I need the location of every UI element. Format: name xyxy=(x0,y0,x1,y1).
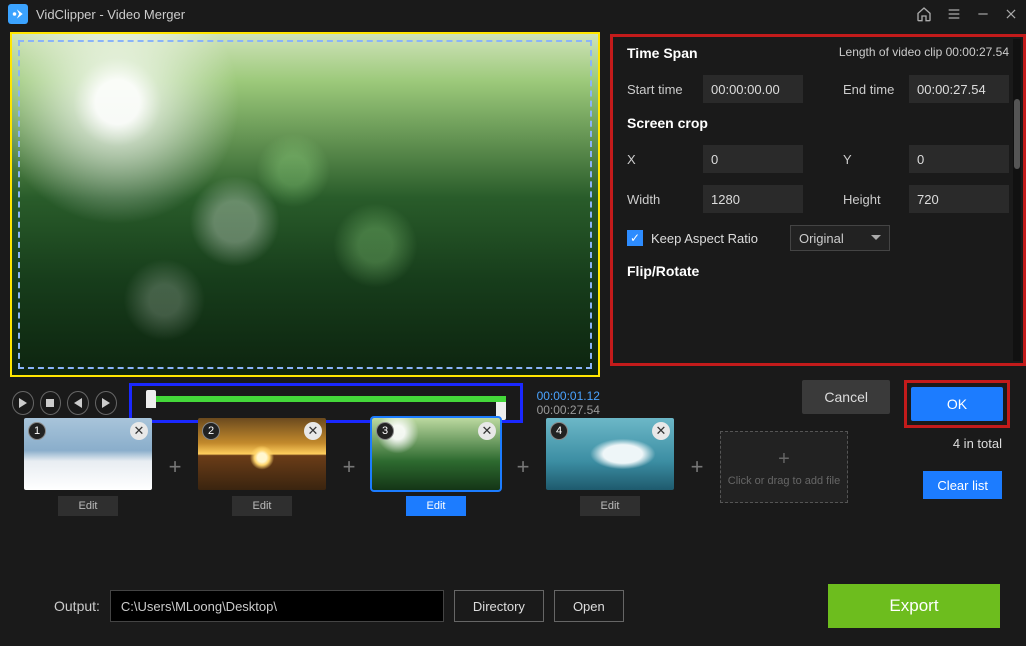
crop-height-input[interactable] xyxy=(909,185,1009,213)
close-icon[interactable] xyxy=(1004,7,1018,21)
trim-handle-start[interactable] xyxy=(146,390,156,408)
timecode-display: 00:00:01.12 00:00:27.54 xyxy=(537,389,600,417)
clip-edit-button[interactable]: Edit xyxy=(406,496,466,516)
settings-panel: Time Span Length of video clip 00:00:27.… xyxy=(610,34,1026,366)
clip-delete-icon[interactable]: ✕ xyxy=(478,422,496,440)
crop-x-label: X xyxy=(627,152,693,167)
clip-delete-icon[interactable]: ✕ xyxy=(304,422,322,440)
output-label: Output: xyxy=(54,598,100,614)
crop-x-input[interactable] xyxy=(703,145,803,173)
directory-button[interactable]: Directory xyxy=(454,590,544,622)
plus-icon: + xyxy=(674,454,720,480)
end-time-input[interactable] xyxy=(909,75,1009,103)
ok-button[interactable]: OK xyxy=(911,387,1003,421)
play-button[interactable] xyxy=(12,391,34,415)
video-preview[interactable] xyxy=(10,32,600,377)
crop-height-label: Height xyxy=(843,192,899,207)
crop-width-input[interactable] xyxy=(703,185,803,213)
plus-icon: + xyxy=(152,454,198,480)
clip-thumbnail[interactable]: 2 ✕ xyxy=(198,418,326,490)
crop-y-label: Y xyxy=(843,152,899,167)
trim-timeline[interactable] xyxy=(129,383,523,423)
app-icon xyxy=(8,4,28,24)
output-path-input[interactable] xyxy=(110,590,444,622)
title-bar: VidClipper - Video Merger xyxy=(0,0,1026,28)
plus-icon: + xyxy=(500,454,546,480)
clip-thumbnail[interactable]: 3 ✕ xyxy=(372,418,500,490)
crop-heading: Screen crop xyxy=(627,115,1009,131)
keep-aspect-checkbox[interactable]: ✓ Keep Aspect Ratio xyxy=(627,230,758,246)
clip-edit-button[interactable]: Edit xyxy=(580,496,640,516)
export-button[interactable]: Export xyxy=(828,584,1000,628)
end-time-label: End time xyxy=(843,82,899,97)
menu-icon[interactable] xyxy=(946,6,962,22)
open-button[interactable]: Open xyxy=(554,590,624,622)
start-time-label: Start time xyxy=(627,82,693,97)
settings-scrollbar[interactable] xyxy=(1013,39,1021,361)
clip-edit-button[interactable]: Edit xyxy=(232,496,292,516)
plus-icon: + xyxy=(326,454,372,480)
minimize-icon[interactable] xyxy=(976,7,990,21)
clip-number-badge: 1 xyxy=(28,422,46,440)
clear-list-button[interactable]: Clear list xyxy=(923,471,1002,499)
crop-y-input[interactable] xyxy=(909,145,1009,173)
app-title: VidClipper - Video Merger xyxy=(36,7,185,22)
add-file-tile[interactable]: + Click or drag to add file xyxy=(720,431,848,503)
chevron-down-icon xyxy=(871,233,881,243)
aspect-ratio-select[interactable]: Original xyxy=(790,225,890,251)
flip-heading: Flip/Rotate xyxy=(627,263,1009,279)
cancel-button[interactable]: Cancel xyxy=(802,380,890,414)
clip-delete-icon[interactable]: ✕ xyxy=(130,422,148,440)
clip-length-label: Length of video clip 00:00:27.54 xyxy=(839,45,1009,59)
clip-count: 4 in total xyxy=(953,436,1002,451)
clip-edit-button[interactable]: Edit xyxy=(58,496,118,516)
clip-number-badge: 4 xyxy=(550,422,568,440)
clip-number-badge: 3 xyxy=(376,422,394,440)
crop-width-label: Width xyxy=(627,192,693,207)
clip-thumbnail[interactable]: 1 ✕ xyxy=(24,418,152,490)
clip-number-badge: 2 xyxy=(202,422,220,440)
home-icon[interactable] xyxy=(916,6,932,22)
next-frame-button[interactable] xyxy=(95,391,117,415)
prev-frame-button[interactable] xyxy=(67,391,89,415)
clip-thumbnail[interactable]: 4 ✕ xyxy=(546,418,674,490)
stop-button[interactable] xyxy=(40,391,62,415)
start-time-input[interactable] xyxy=(703,75,803,103)
clip-delete-icon[interactable]: ✕ xyxy=(652,422,670,440)
